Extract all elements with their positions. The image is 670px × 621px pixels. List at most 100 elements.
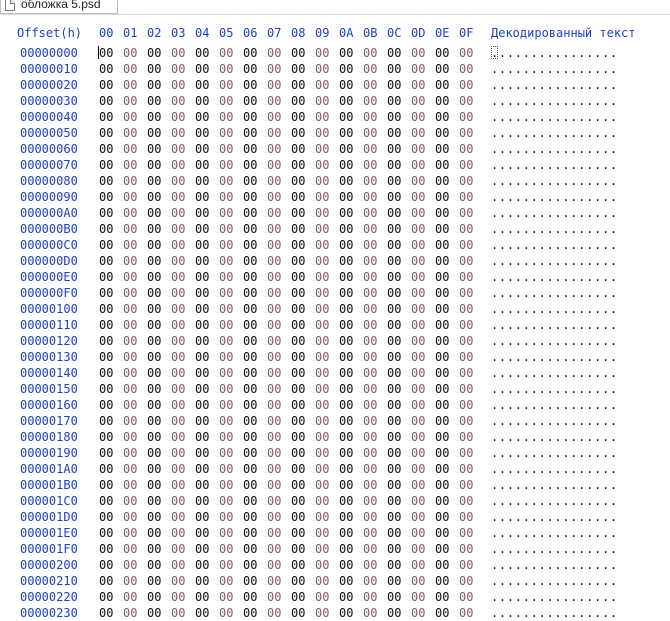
hex-byte[interactable]: 00 [123, 317, 137, 333]
hex-byte[interactable]: 00 [387, 605, 401, 621]
hex-byte[interactable]: 00 [243, 349, 257, 365]
hex-byte[interactable]: 00 [387, 445, 401, 461]
hex-row[interactable]: 00000180 00 00 00 00 00 00 00 00 00 00 00 00 00 00 00 00… [0, 429, 670, 445]
hex-byte[interactable]: 00 [315, 93, 329, 109]
hex-byte[interactable]: 00 [219, 349, 233, 365]
hex-byte[interactable]: 00 [411, 397, 425, 413]
hex-byte[interactable]: 00 [435, 173, 449, 189]
hex-byte[interactable]: 00 [99, 141, 113, 157]
hex-byte[interactable]: 00 [171, 557, 185, 573]
hex-byte[interactable]: 00 [195, 429, 209, 445]
hex-byte[interactable]: 00 [267, 605, 281, 621]
hex-byte[interactable]: 00 [267, 397, 281, 413]
decoded-text[interactable]: ................ [491, 141, 618, 157]
hex-byte[interactable]: 00 [99, 93, 113, 109]
hex-byte[interactable]: 00 [339, 77, 353, 93]
hex-row[interactable]: 000001D0 00 00 00 00 00 00 00 00 00 00 00 00 00 00 00 00… [0, 509, 670, 525]
hex-byte[interactable]: 00 [243, 317, 257, 333]
hex-byte[interactable]: 00 [435, 557, 449, 573]
hex-byte[interactable]: 00 [411, 461, 425, 477]
hex-byte[interactable]: 00 [411, 61, 425, 77]
hex-byte[interactable]: 00 [291, 77, 305, 93]
hex-byte[interactable]: 00 [195, 589, 209, 605]
hex-byte[interactable]: 00 [435, 365, 449, 381]
hex-byte[interactable]: 00 [291, 189, 305, 205]
hex-row[interactable]: 00000140 00 00 00 00 00 00 00 00 00 00 00 00 00 00 00 00… [0, 365, 670, 381]
hex-byte[interactable]: 00 [243, 237, 257, 253]
hex-byte[interactable]: 00 [147, 205, 161, 221]
hex-byte[interactable]: 00 [435, 461, 449, 477]
hex-byte[interactable]: 00 [459, 541, 473, 557]
hex-byte[interactable]: 00 [195, 269, 209, 285]
hex-byte[interactable]: 00 [291, 605, 305, 621]
hex-row[interactable]: 000000B0 00 00 00 00 00 00 00 00 00 00 00 00 00 00 00 00… [0, 221, 670, 237]
hex-byte[interactable]: 00 [267, 141, 281, 157]
hex-byte[interactable]: 00 [315, 317, 329, 333]
hex-byte[interactable]: 00 [387, 285, 401, 301]
decoded-text[interactable]: ................ [491, 445, 618, 461]
hex-byte[interactable]: 00 [99, 365, 113, 381]
hex-byte[interactable]: 00 [147, 189, 161, 205]
hex-byte[interactable]: 00 [435, 109, 449, 125]
hex-byte[interactable]: 00 [387, 493, 401, 509]
hex-byte[interactable]: 00 [315, 285, 329, 301]
hex-byte[interactable]: 00 [147, 317, 161, 333]
hex-byte[interactable]: 00 [291, 557, 305, 573]
hex-byte[interactable]: 00 [99, 605, 113, 621]
hex-byte[interactable]: 00 [267, 365, 281, 381]
hex-byte[interactable]: 00 [291, 205, 305, 221]
hex-byte[interactable]: 00 [315, 189, 329, 205]
hex-byte[interactable]: 00 [219, 221, 233, 237]
hex-byte[interactable]: 00 [219, 493, 233, 509]
hex-byte[interactable]: 00 [123, 189, 137, 205]
hex-byte[interactable]: 00 [411, 125, 425, 141]
hex-byte[interactable]: 00 [339, 589, 353, 605]
hex-byte[interactable]: 00 [291, 493, 305, 509]
hex-byte[interactable]: 00 [267, 445, 281, 461]
hex-byte[interactable]: 00 [147, 125, 161, 141]
hex-byte[interactable]: 00 [147, 605, 161, 621]
hex-byte[interactable]: 00 [219, 269, 233, 285]
hex-byte[interactable]: 00 [291, 349, 305, 365]
hex-byte[interactable]: 00 [147, 61, 161, 77]
hex-byte[interactable]: 00 [315, 397, 329, 413]
hex-byte[interactable]: 00 [339, 381, 353, 397]
hex-byte[interactable]: 00 [123, 221, 137, 237]
hex-byte[interactable]: 00 [339, 333, 353, 349]
hex-byte[interactable]: 00 [219, 477, 233, 493]
hex-byte[interactable]: 00 [147, 365, 161, 381]
decoded-text[interactable]: ................ [491, 317, 618, 333]
hex-byte[interactable]: 00 [435, 301, 449, 317]
hex-byte[interactable]: 00 [147, 397, 161, 413]
decoded-text[interactable]: ................ [491, 237, 618, 253]
hex-byte[interactable]: 00 [291, 525, 305, 541]
hex-byte[interactable]: 00 [387, 381, 401, 397]
hex-byte[interactable]: 00 [339, 365, 353, 381]
hex-byte[interactable]: 00 [459, 301, 473, 317]
hex-byte[interactable]: 00 [243, 397, 257, 413]
hex-byte[interactable]: 00 [195, 509, 209, 525]
hex-byte[interactable]: 00 [459, 413, 473, 429]
hex-byte[interactable]: 00 [411, 221, 425, 237]
hex-byte[interactable]: 00 [435, 253, 449, 269]
hex-byte[interactable]: 00 [99, 557, 113, 573]
hex-byte[interactable]: 00 [147, 413, 161, 429]
hex-byte[interactable]: 00 [195, 349, 209, 365]
hex-byte[interactable]: 00 [123, 573, 137, 589]
hex-byte[interactable]: 00 [435, 205, 449, 221]
hex-byte[interactable]: 00 [459, 365, 473, 381]
hex-byte[interactable]: 00 [339, 413, 353, 429]
hex-byte[interactable]: 00 [171, 205, 185, 221]
hex-byte[interactable]: 00 [195, 573, 209, 589]
hex-byte[interactable]: 00 [435, 317, 449, 333]
hex-byte[interactable]: 00 [99, 237, 113, 253]
hex-byte[interactable]: 00 [219, 573, 233, 589]
hex-byte[interactable]: 00 [195, 221, 209, 237]
hex-byte[interactable]: 00 [147, 157, 161, 173]
hex-byte[interactable]: 00 [435, 381, 449, 397]
hex-row[interactable]: 00000160 00 00 00 00 00 00 00 00 00 00 00 00 00 00 00 00… [0, 397, 670, 413]
hex-byte[interactable]: 00 [339, 317, 353, 333]
hex-byte[interactable]: 00 [195, 557, 209, 573]
hex-byte[interactable]: 00 [99, 109, 113, 125]
hex-row[interactable]: 000000C0 00 00 00 00 00 00 00 00 00 00 00 00 00 00 00 00… [0, 237, 670, 253]
